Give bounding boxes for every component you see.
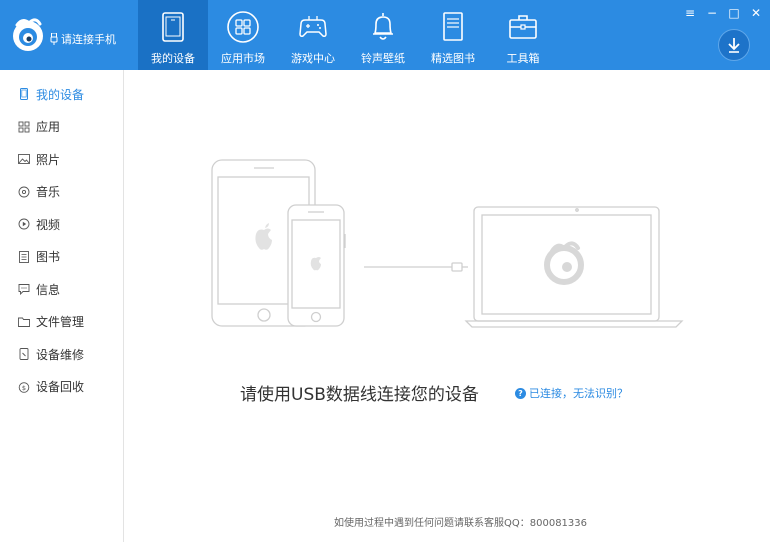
- laptop-illustration: [464, 206, 684, 328]
- book-icon: [19, 250, 29, 263]
- tab-ringtone-wallpaper[interactable]: 铃声壁纸: [348, 0, 418, 70]
- apple-logo-icon: [255, 223, 272, 250]
- download-button[interactable]: [718, 29, 750, 61]
- sidebar-item-label: 信息: [36, 282, 61, 297]
- maximize-button[interactable]: □: [726, 6, 742, 20]
- tab-featured-books[interactable]: 精选图书: [418, 0, 488, 70]
- tab-label: 我的设备: [151, 52, 195, 65]
- sidebar-item-books[interactable]: 图书: [0, 241, 123, 274]
- toolbox-icon: [509, 15, 537, 39]
- tab-label: 铃声壁纸: [361, 52, 405, 65]
- sidebar: 我的设备 应用 照片 音乐 视频 图书 信息 文件管理 设备维修 $ 设备回收: [0, 70, 124, 542]
- photo-icon: [18, 154, 30, 165]
- connection-status[interactable]: 请连接手机: [50, 31, 116, 47]
- download-icon: [728, 38, 740, 53]
- apps-grid-icon: [18, 121, 30, 133]
- app-logo-icon: [13, 18, 43, 51]
- tab-label: 工具箱: [506, 52, 540, 65]
- sidebar-item-file-manager[interactable]: 文件管理: [0, 306, 123, 339]
- recycle-icon: $: [18, 381, 30, 393]
- music-icon: [18, 186, 30, 198]
- folder-icon: [18, 317, 30, 327]
- gamepad-icon: [299, 16, 327, 37]
- sidebar-list: 我的设备 应用 照片 音乐 视频 图书 信息 文件管理 设备维修 $ 设备回收: [0, 70, 123, 403]
- message-icon: [18, 284, 30, 296]
- svg-text:$: $: [22, 384, 26, 392]
- tab-label: 应用市场: [221, 52, 265, 65]
- menu-button[interactable]: ≡: [682, 6, 698, 20]
- sidebar-item-photos[interactable]: 照片: [0, 143, 123, 176]
- tab-game-center[interactable]: 游戏中心: [278, 0, 348, 70]
- tab-label: 游戏中心: [291, 52, 335, 65]
- sidebar-item-apps[interactable]: 应用: [0, 111, 123, 144]
- sidebar-item-label: 视频: [36, 217, 61, 232]
- sidebar-item-label: 设备回收: [36, 380, 85, 395]
- sidebar-item-my-device[interactable]: 我的设备: [0, 78, 123, 111]
- apps-grid-icon: [227, 11, 259, 43]
- sidebar-item-music[interactable]: 音乐: [0, 176, 123, 209]
- tab-toolbox[interactable]: 工具箱: [488, 0, 558, 70]
- help-link-label: 已连接，无法识别？: [529, 387, 628, 400]
- sidebar-item-label: 设备维修: [36, 347, 85, 362]
- phone-icon: [20, 88, 28, 101]
- connect-device-illustration: [211, 159, 684, 328]
- sidebar-item-device-repair[interactable]: 设备维修: [0, 338, 123, 371]
- main-content: 请使用USB数据线连接您的设备 ? 已连接，无法识别？ 如使用过程中遇到任何问题…: [124, 70, 770, 542]
- plug-icon: [50, 33, 58, 45]
- sidebar-item-label: 照片: [36, 152, 61, 167]
- main-tabs: 我的设备 应用市场 游戏中心 铃声壁纸 精选图书 工具箱: [138, 0, 558, 70]
- video-icon: [18, 218, 30, 230]
- tablet-icon: [162, 12, 184, 42]
- close-button[interactable]: ✕: [748, 6, 764, 20]
- help-link[interactable]: ? 已连接，无法识别？: [515, 385, 628, 401]
- sidebar-item-video[interactable]: 视频: [0, 208, 123, 241]
- repair-icon: [19, 348, 29, 361]
- tab-app-market[interactable]: 应用市场: [208, 0, 278, 70]
- sidebar-item-messages[interactable]: 信息: [0, 273, 123, 306]
- sidebar-item-label: 文件管理: [36, 315, 85, 330]
- top-header: 请连接手机 我的设备 应用市场 游戏中心 铃声壁纸 精选图书 工具箱 ≡ − □…: [0, 0, 770, 70]
- sidebar-item-label: 音乐: [36, 185, 61, 200]
- book-icon: [443, 12, 463, 41]
- usb-cable-illustration: [364, 262, 468, 272]
- question-icon: ?: [515, 387, 526, 399]
- connect-prompt: 请使用USB数据线连接您的设备: [240, 385, 479, 405]
- logo-area: 请连接手机: [0, 0, 140, 70]
- bell-icon: [373, 13, 393, 40]
- app-logo-watermark-icon: [544, 241, 584, 285]
- sidebar-item-label: 应用: [36, 120, 61, 135]
- window-controls: ≡ − □ ✕: [682, 6, 764, 20]
- tab-label: 精选图书: [431, 52, 475, 65]
- tab-my-device[interactable]: 我的设备: [138, 0, 208, 70]
- support-footer: 如使用过程中遇到任何问题请联系客服QQ：800081336: [334, 518, 588, 529]
- sidebar-item-label: 我的设备: [36, 87, 85, 102]
- sidebar-item-device-recycle[interactable]: $ 设备回收: [0, 371, 123, 404]
- sidebar-item-label: 图书: [36, 250, 61, 265]
- connection-status-label: 请连接手机: [61, 33, 116, 46]
- minimize-button[interactable]: −: [704, 6, 720, 20]
